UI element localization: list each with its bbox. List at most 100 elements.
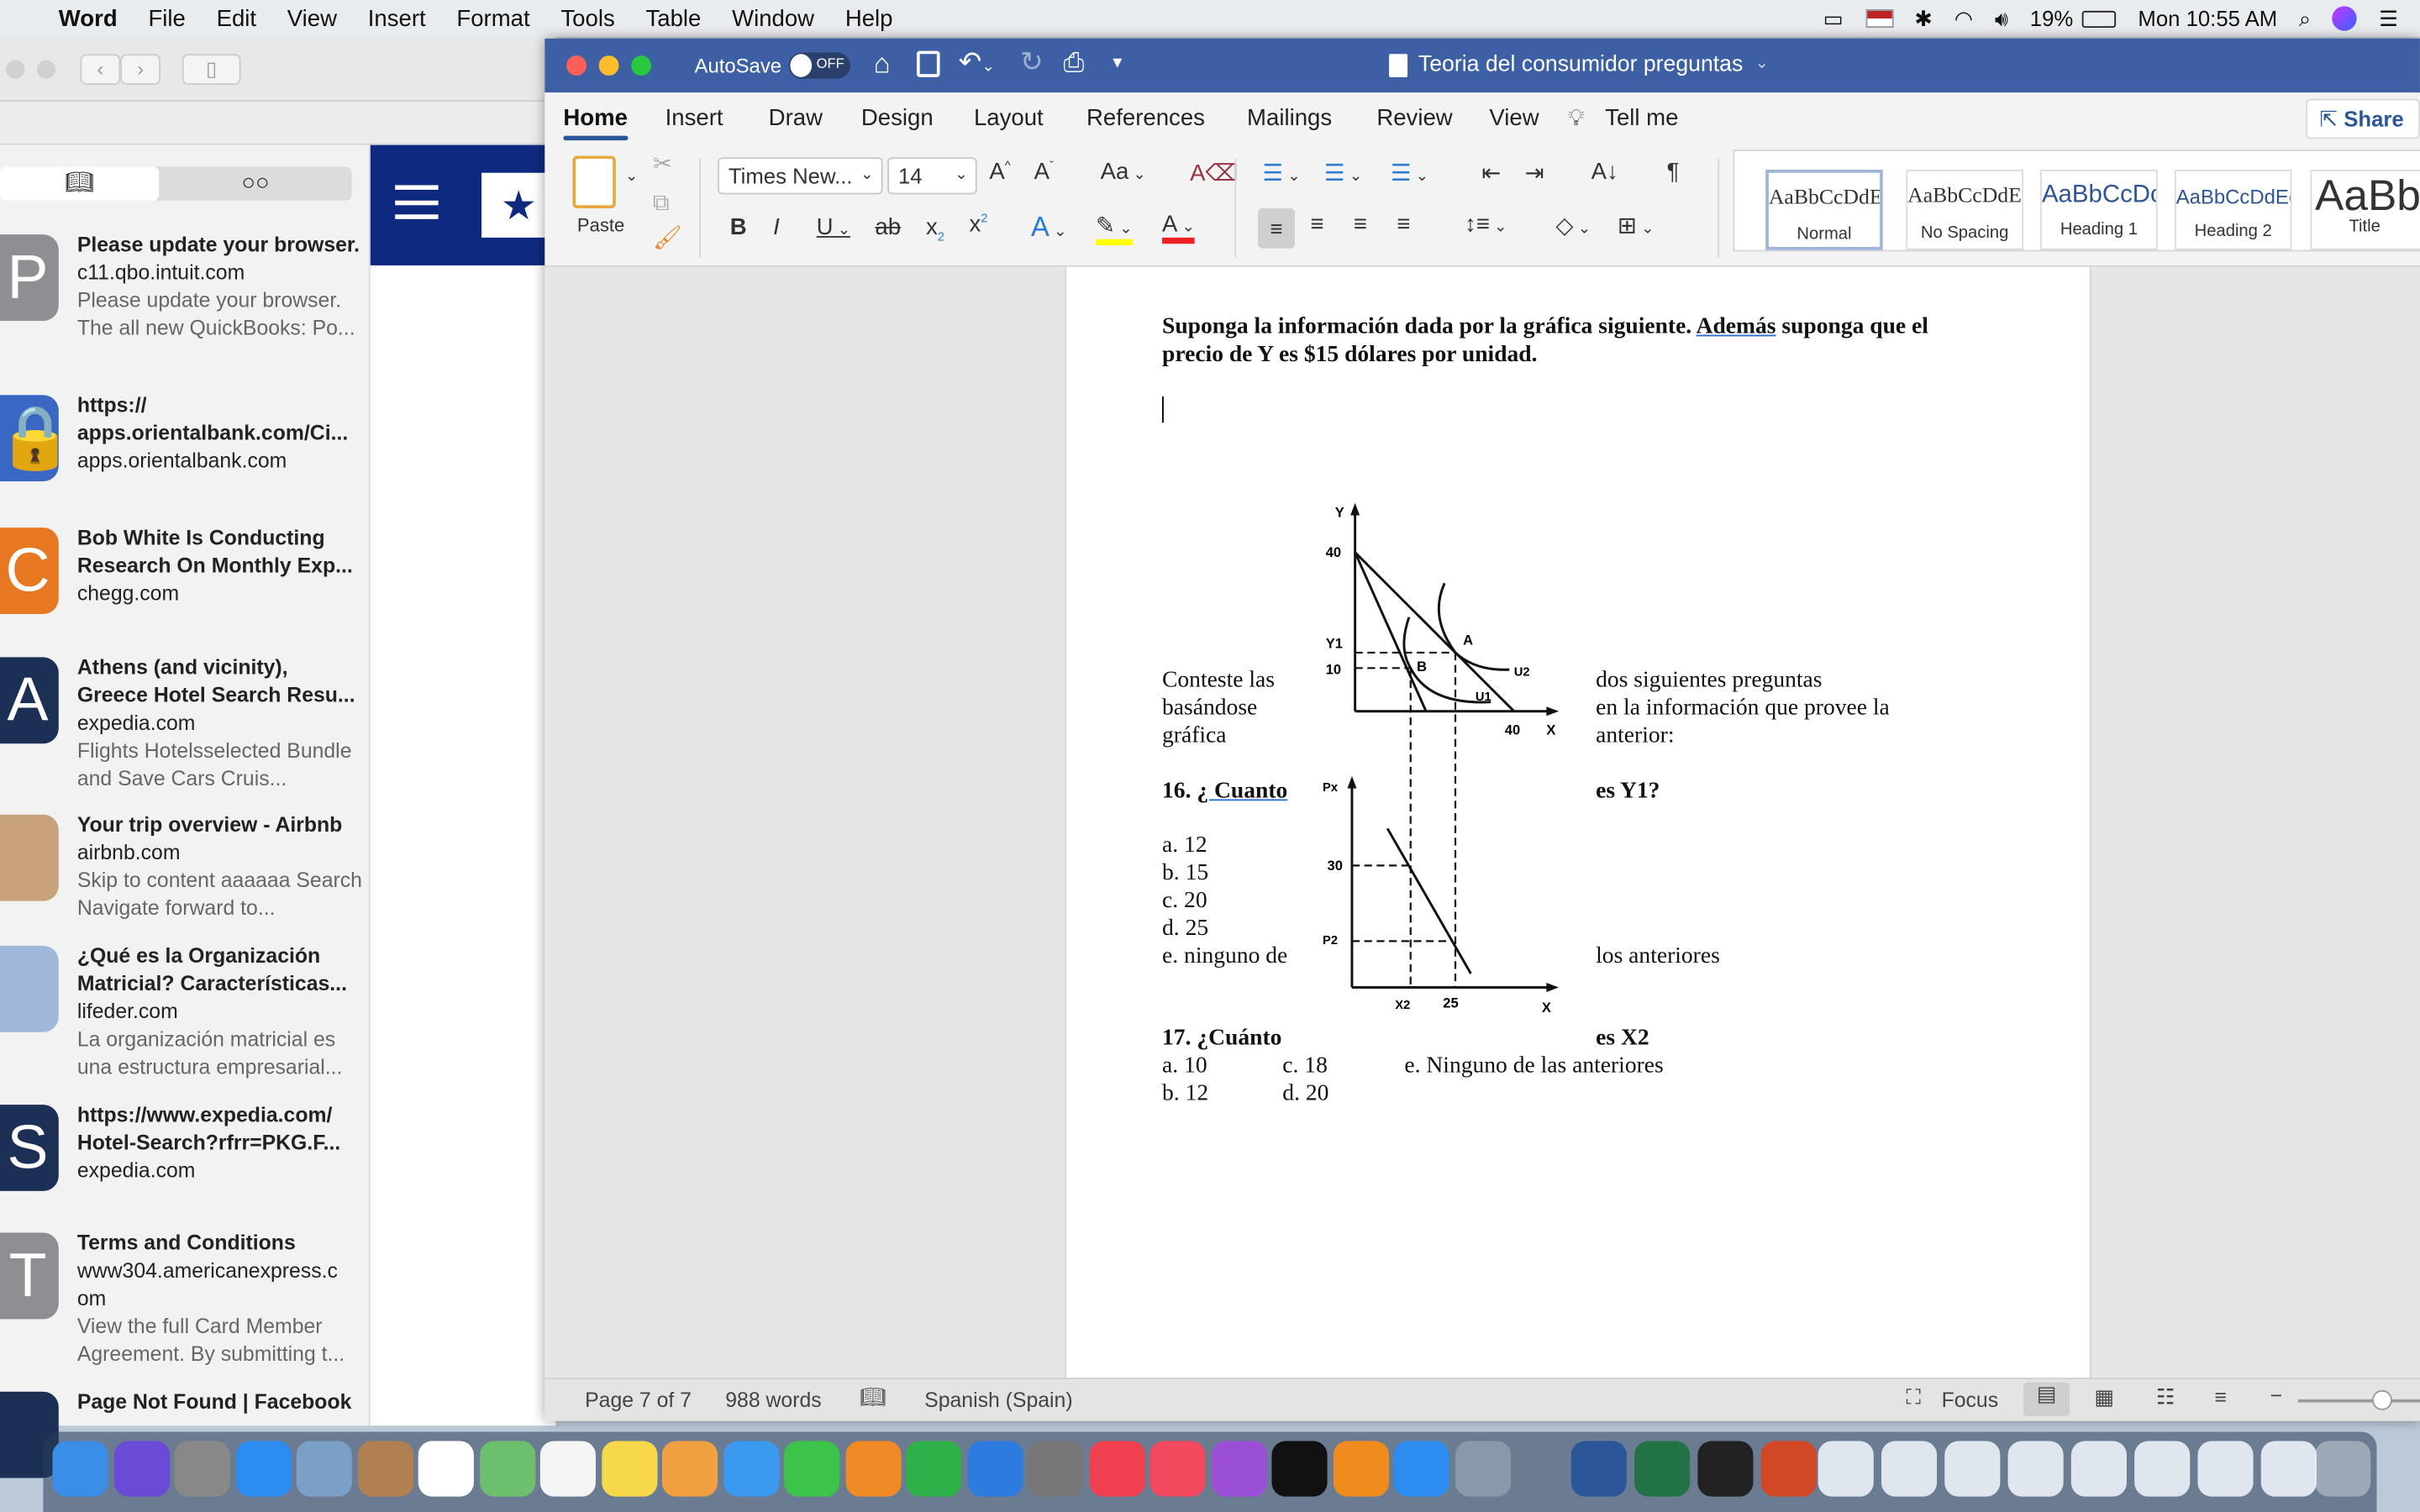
dock-minimized-window[interactable] [2134,1441,2191,1497]
tab-draw[interactable]: Draw [769,105,823,131]
dock-app-system-preferences[interactable] [1028,1441,1084,1497]
customize-toolbar-icon[interactable]: ▾ [1113,51,1122,73]
dock-app-books[interactable] [1332,1441,1389,1497]
tab-view[interactable]: View [1489,105,1539,131]
word-count[interactable]: 988 words [725,1389,821,1412]
menu-table[interactable]: Table [645,5,701,31]
airplay-icon[interactable]: ▭ [1823,5,1844,31]
dock-app-numbers[interactable] [906,1441,962,1497]
autosave-toggle[interactable]: OFF [788,52,851,79]
dock-app-reminders[interactable] [539,1441,596,1497]
decrease-indent-icon[interactable]: ⇤ [1481,159,1501,186]
copy-icon[interactable]: ⧉ [653,190,670,216]
font-color-icon[interactable]: A ⌄ [1162,212,1195,244]
dock-app-app-store[interactable] [1393,1441,1449,1497]
share-button[interactable]: ⇱ Share [2306,98,2420,139]
save-icon[interactable] [916,50,940,77]
dock-minimized-window[interactable] [1881,1441,1938,1497]
dock-trash-icon[interactable] [2315,1441,2371,1497]
dock-app-calendar[interactable] [418,1441,474,1497]
style-normal[interactable]: AaBbCcDdEe Normal [1765,170,1883,250]
bluetooth-icon[interactable]: ✱ [1914,5,1933,31]
justify-button[interactable]: ≡ [1397,212,1410,238]
dock-minimized-window[interactable] [2197,1441,2254,1497]
sort-icon[interactable]: A↓ [1591,159,1618,185]
dock-app-music[interactable] [1150,1441,1206,1497]
dock-app-siri[interactable] [113,1441,170,1497]
reading-list-tab[interactable]: ○○ [159,166,352,200]
subscript-button[interactable]: x2 [926,214,944,244]
dock-app-activity-monitor[interactable] [1697,1441,1754,1497]
shrink-font-icon[interactable]: Aˇ [1034,159,1054,185]
bookmarks-tab[interactable]: 📖︎ [0,166,160,201]
volume-icon[interactable]: 🔊︎ [1995,5,2008,31]
dock-app-notes[interactable] [601,1441,657,1497]
web-layout-view-icon[interactable]: ▦ [2094,1385,2113,1410]
highlight-icon[interactable]: ✎ ⌄ [1096,212,1133,246]
dock-minimized-window[interactable] [2007,1441,2064,1497]
focus-button[interactable]: Focus [1942,1389,1999,1412]
style-no-spacing[interactable]: AaBbCcDdEe No Spacing [1906,170,2023,250]
line-spacing-icon[interactable]: ↕≡ ⌄ [1465,212,1507,238]
menu-view[interactable]: View [287,5,337,31]
align-right-button[interactable]: ≡ [1354,212,1367,238]
dock-app-maps[interactable] [479,1441,535,1497]
strikethrough-button[interactable]: ab [875,214,901,240]
print-icon[interactable]: ⎙ [1063,48,1084,79]
menu-insert[interactable]: Insert [368,5,426,31]
window-minimize-button[interactable] [37,60,56,79]
dock-app-preview[interactable] [296,1441,352,1497]
dock-app-word[interactable] [1570,1441,1627,1497]
dock-app-pages[interactable] [844,1441,901,1497]
tab-design[interactable]: Design [861,105,934,131]
dock-app-powerpoint[interactable] [1760,1441,1817,1497]
focus-icon[interactable]: ⛶ [1906,1385,1920,1410]
document-title[interactable]: Teoria del consumidor preguntas [1418,52,1743,76]
grow-font-icon[interactable]: A^ [989,159,1010,185]
style-title[interactable]: AaBb Title [2310,170,2420,250]
redo-icon[interactable]: ↻ [1020,46,1044,79]
paste-icon[interactable] [572,155,616,208]
economics-graph-image[interactable]: Y 40 Y1 10 40 X A B U2 U1 Px 30 P2 X2 25… [1298,498,1591,1022]
wifi-icon[interactable]: ◠ [1954,5,1973,31]
clear-formatting-icon[interactable]: A⌫ [1190,159,1238,186]
menu-format[interactable]: Format [456,5,529,31]
tab-home[interactable]: Home [563,105,628,131]
multilevel-list-icon[interactable]: ☰ ⌄ [1391,159,1428,186]
borders-icon[interactable]: ⊞ ⌄ [1618,212,1655,239]
undo-icon[interactable]: ↶⌄ [959,46,995,79]
text-effects-icon[interactable]: A ⌄ [1031,212,1067,244]
outline-view-icon[interactable]: ☷ [2156,1385,2175,1410]
bold-button[interactable]: B [730,214,747,240]
dock-app-news[interactable] [1088,1441,1144,1497]
window-close-button[interactable] [6,60,25,79]
dock-app-keynote[interactable] [966,1441,1023,1497]
proofing-icon[interactable]: 📖︎ [860,1385,886,1410]
spotlight-search-icon[interactable]: ⌕ [2299,5,2311,31]
dock-app-messages[interactable] [723,1441,779,1497]
change-case-icon[interactable]: Aa ⌄ [1101,159,1146,185]
cut-icon[interactable]: ✂ [653,150,672,177]
tab-layout[interactable]: Layout [974,105,1044,131]
forward-button[interactable]: › [120,54,161,86]
numbering-icon[interactable]: ☰ ⌄ [1324,159,1362,186]
minimize-button[interactable] [598,55,619,76]
shading-icon[interactable]: ◇ ⌄ [1555,212,1591,239]
dock-app-preview[interactable] [1455,1441,1511,1497]
siri-icon[interactable] [2333,6,2358,31]
dock-app-launchpad[interactable] [174,1441,230,1497]
dock-app-safari[interactable] [235,1441,292,1497]
zoom-out-button[interactable]: − [2270,1384,2282,1408]
battery-percent[interactable]: 19% [2030,6,2073,30]
dock-minimized-window[interactable] [2260,1441,2317,1497]
tab-references[interactable]: References [1086,105,1205,131]
dock-app-contacts[interactable] [357,1441,413,1497]
font-size-select[interactable]: 14 ⌄ [887,157,977,195]
clock[interactable]: Mon 10:55 AM [2138,6,2277,30]
dock-app-facetime[interactable] [784,1441,840,1497]
align-center-button[interactable]: ≡ [1310,212,1323,238]
dock-minimized-window[interactable] [1944,1441,2001,1497]
format-painter-icon[interactable]: 🖌︎ [653,223,682,251]
page-count[interactable]: Page 7 of 7 [585,1389,692,1412]
tab-mailings[interactable]: Mailings [1247,105,1332,131]
